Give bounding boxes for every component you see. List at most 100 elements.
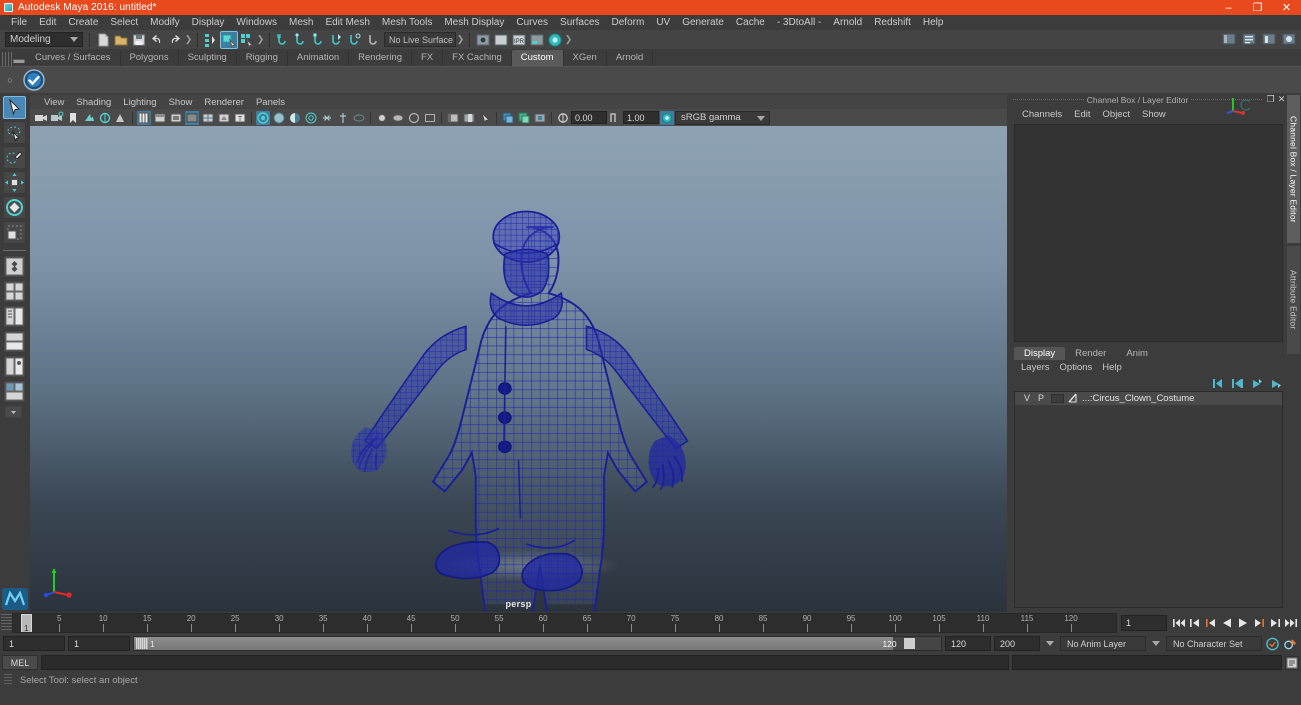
shelf-tab-custom[interactable]: Custom xyxy=(511,50,564,66)
menu-item-cache[interactable]: Cache xyxy=(730,15,771,30)
step-forward-key-icon[interactable] xyxy=(1251,615,1266,631)
persp-hypergraph-layout[interactable] xyxy=(3,380,26,403)
panel-menu-lighting[interactable]: Lighting xyxy=(117,97,162,108)
menu-item-edit-mesh[interactable]: Edit Mesh xyxy=(319,15,375,30)
ambient-occlusion-icon[interactable] xyxy=(304,111,318,125)
persp-graph-layout[interactable] xyxy=(3,330,26,353)
hypershade-icon[interactable] xyxy=(547,32,563,48)
layer-list[interactable]: V P ...:Circus_Clown_Costume xyxy=(1014,390,1283,608)
command-input[interactable] xyxy=(41,655,1009,670)
character-set-dropdown-arrow[interactable] xyxy=(1149,636,1163,651)
multisample-icon[interactable] xyxy=(336,111,350,125)
menu-item-display[interactable]: Display xyxy=(186,15,231,30)
shaded-texture-icon[interactable] xyxy=(185,110,199,125)
channel-box-menu-show[interactable]: Show xyxy=(1136,109,1172,120)
layer-menu-help[interactable]: Help xyxy=(1097,362,1127,373)
panel-menu-panels[interactable]: Panels xyxy=(250,97,291,108)
channel-box-menu-channels[interactable]: Channels xyxy=(1016,109,1068,120)
new-scene-icon[interactable] xyxy=(95,32,111,48)
check-mark-shelf-icon[interactable] xyxy=(22,68,46,92)
camera-attributes-icon[interactable] xyxy=(50,111,64,125)
open-scene-icon[interactable] xyxy=(113,32,129,48)
exposure-icon[interactable] xyxy=(556,111,570,125)
panel-menu-show[interactable]: Show xyxy=(163,97,199,108)
gate-mask-icon[interactable] xyxy=(446,111,460,125)
anim-layer-dropdown-arrow[interactable] xyxy=(1043,636,1057,651)
motion-blur-icon[interactable] xyxy=(320,111,334,125)
isolate-select-icon[interactable] xyxy=(375,111,389,125)
animation-preferences-icon[interactable] xyxy=(1283,636,1298,652)
range-slider-bar[interactable]: 1 120 xyxy=(133,636,942,651)
time-slider-cursor[interactable]: 1 xyxy=(21,614,32,632)
snap-to-curve-icon[interactable] xyxy=(293,32,309,48)
image-plane-icon[interactable] xyxy=(82,111,96,125)
snap-to-grid-icon[interactable] xyxy=(275,32,291,48)
shelf-menu-icon[interactable]: ○ xyxy=(2,67,18,94)
move-layer-up-icon[interactable] xyxy=(1250,378,1262,388)
use-default-lighting-icon[interactable] xyxy=(256,110,270,125)
play-backwards-icon[interactable] xyxy=(1219,615,1234,631)
ipr-render-icon[interactable]: IPR xyxy=(511,32,527,48)
menu-item-mesh[interactable]: Mesh xyxy=(283,15,319,30)
range-right-handle[interactable] xyxy=(904,638,916,649)
select-by-hierarchy-icon[interactable] xyxy=(203,32,219,48)
menu-item-uv[interactable]: UV xyxy=(650,15,676,30)
layer-color-swatch[interactable] xyxy=(1051,393,1064,403)
dof-icon[interactable] xyxy=(352,111,366,125)
shelf-tab-rigging[interactable]: Rigging xyxy=(236,50,288,66)
menu-item-redshift[interactable]: Redshift xyxy=(868,15,917,30)
play-forwards-icon[interactable] xyxy=(1235,615,1250,631)
help-line-grip[interactable] xyxy=(4,674,12,686)
expand-arrow-icon[interactable]: ❯ xyxy=(456,32,465,48)
shelf-tab-animation[interactable]: Animation xyxy=(287,50,350,66)
expand-arrow-icon[interactable]: ❯ xyxy=(184,32,193,48)
show-hide-editor-icon[interactable] xyxy=(475,32,491,48)
color-management-dropdown[interactable]: sRGB gamma xyxy=(675,110,770,125)
bookmark-icon[interactable] xyxy=(66,111,80,125)
menu-item-file[interactable]: File xyxy=(5,15,33,30)
new-layer-from-selected-icon[interactable] xyxy=(1231,378,1243,388)
lasso-select-tool[interactable] xyxy=(3,121,26,144)
step-back-frame-icon[interactable] xyxy=(1187,615,1202,631)
single-perspective-layout[interactable] xyxy=(3,255,26,278)
script-language-button[interactable]: MEL xyxy=(2,655,38,670)
grid-icon[interactable] xyxy=(462,111,476,125)
panel-menu-renderer[interactable]: Renderer xyxy=(198,97,250,108)
menu-item-select[interactable]: Select xyxy=(104,15,144,30)
film-gate-icon[interactable] xyxy=(407,111,421,125)
go-to-end-icon[interactable] xyxy=(1283,615,1298,631)
copy-view-icon[interactable] xyxy=(501,111,515,125)
menu-item-mesh-tools[interactable]: Mesh Tools xyxy=(376,15,438,30)
shelf-tab-fx[interactable]: FX xyxy=(412,50,444,66)
layer-visibility-toggle[interactable]: V xyxy=(1020,393,1034,403)
time-slider-grip[interactable] xyxy=(1,614,12,632)
tool-settings-toggle-icon[interactable] xyxy=(1261,31,1277,47)
clown-costume-mesh[interactable] xyxy=(30,126,1007,612)
snapshot-view-icon[interactable] xyxy=(533,111,547,125)
layer-tab-anim[interactable]: Anim xyxy=(1116,346,1158,360)
shelf-tab-arnold[interactable]: Arnold xyxy=(606,50,654,66)
anim-layer-field[interactable]: No Anim Layer xyxy=(1060,636,1146,651)
layer-tab-display[interactable]: Display xyxy=(1014,346,1066,360)
snap-to-projected-center-icon[interactable] xyxy=(329,32,345,48)
new-layer-icon[interactable] xyxy=(1212,378,1223,388)
step-back-key-icon[interactable] xyxy=(1203,615,1218,631)
script-editor-icon[interactable] xyxy=(1285,655,1299,670)
select-by-component-icon[interactable] xyxy=(239,32,255,48)
expand-arrow-icon[interactable]: ❯ xyxy=(256,32,265,48)
live-surface-field[interactable]: No Live Surface xyxy=(384,32,456,47)
close-icon[interactable]: ✕ xyxy=(1276,94,1287,105)
menu-item-help[interactable]: Help xyxy=(917,15,950,30)
layer-menu-options[interactable]: Options xyxy=(1055,362,1098,373)
layer-playback-toggle[interactable]: P xyxy=(1034,393,1048,403)
side-tab-attribute-editor[interactable]: Attribute Editor xyxy=(1287,246,1300,354)
scale-tool[interactable] xyxy=(3,221,26,244)
snap-to-view-plane-icon[interactable] xyxy=(347,32,363,48)
exposure-field[interactable]: 0.00 xyxy=(571,111,607,124)
menu-item-curves[interactable]: Curves xyxy=(510,15,554,30)
menu-item-arnold[interactable]: Arnold xyxy=(827,15,868,30)
layer-menu-layers[interactable]: Layers xyxy=(1016,362,1055,373)
redo-icon[interactable] xyxy=(167,32,183,48)
smooth-shade-all-icon[interactable] xyxy=(153,111,167,125)
shelf-tab-fx-caching[interactable]: FX Caching xyxy=(443,50,512,66)
